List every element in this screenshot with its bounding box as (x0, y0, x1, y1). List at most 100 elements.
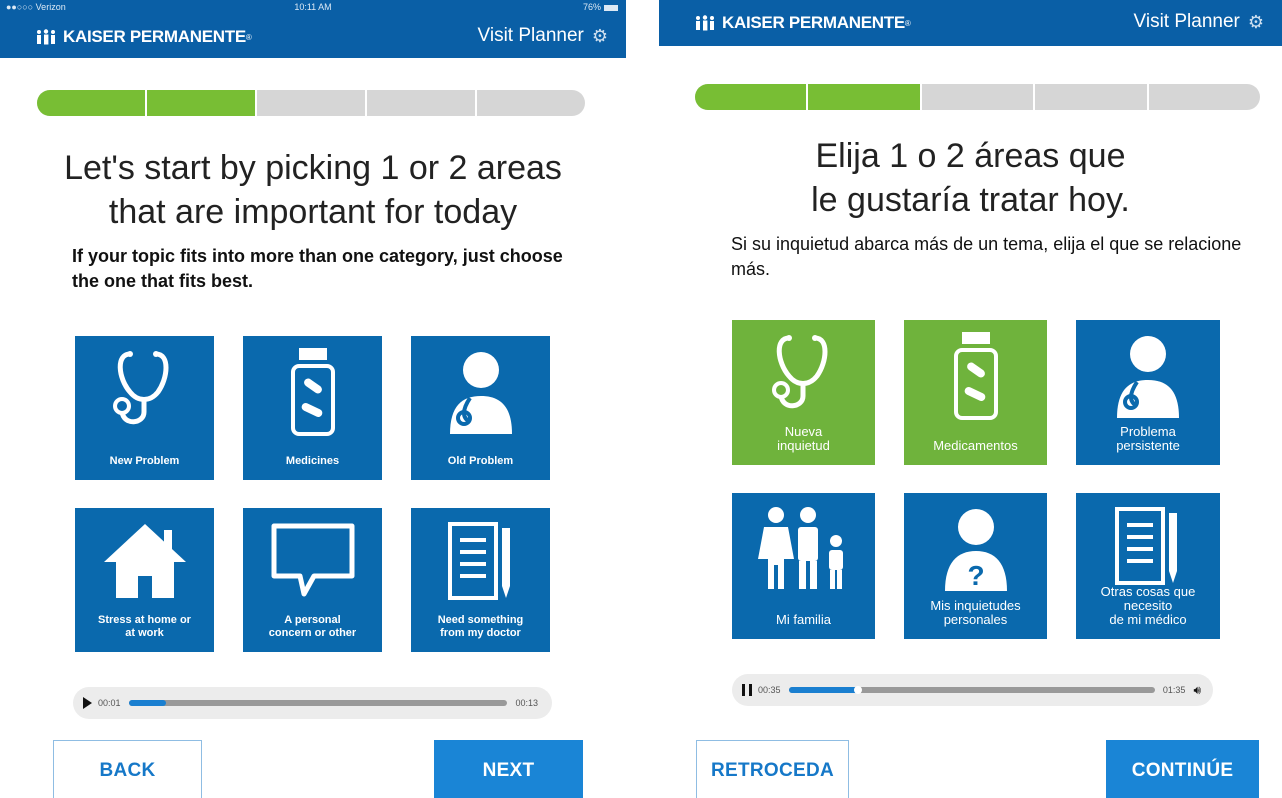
audio-total-time: 01:35 (1162, 685, 1186, 695)
next-button[interactable]: NEXT (434, 740, 583, 798)
audio-total-time: 00:13 (515, 698, 538, 708)
audio-current-time: 00:35 (758, 685, 781, 695)
progress-segment (257, 90, 367, 116)
back-button[interactable]: RETROCEDA (696, 740, 849, 798)
next-button[interactable]: CONTINÚE (1106, 740, 1259, 798)
pill-bottle-icon (290, 348, 335, 436)
logo-wordmark: KAISER PERMANENTE (63, 27, 246, 46)
kaiser-logo: KAISER PERMANENTE ® (35, 25, 252, 49)
tile-label: Mis inquietudes personales (930, 598, 1021, 627)
audio-scrub-handle[interactable] (854, 686, 863, 694)
battery-icon (604, 4, 618, 11)
tile-need-something[interactable]: Need something from my doctor (411, 508, 550, 652)
instruction-text: If your topic fits into more than one ca… (72, 246, 563, 291)
tile-label: New Problem (109, 455, 180, 467)
battery-indicator: 76% (583, 0, 618, 14)
visit-planner-screen-spanish: KAISER PERMANENTE ® Visit Planner ⚙ Elija… (659, 0, 1282, 798)
family-icon (757, 507, 843, 589)
tile-stress[interactable]: Stress at home or at work (75, 508, 214, 652)
tile-mi-familia[interactable]: Mi familia (732, 493, 875, 639)
gear-icon[interactable]: ⚙ (592, 26, 608, 47)
audio-progress-fill (128, 700, 167, 706)
tile-old-problem[interactable]: Old Problem (411, 336, 550, 480)
tile-nueva-inquietud[interactable]: Nueva inquietud (732, 320, 875, 465)
tile-new-problem[interactable]: New Problem (75, 336, 214, 480)
gear-icon[interactable]: ⚙ (1248, 12, 1264, 33)
audio-player: 00:01 00:13 (73, 687, 552, 719)
tile-label: Stress at home or at work (98, 614, 191, 639)
doctor-icon (1117, 336, 1179, 418)
planner-title: Visit Planner ⚙ (478, 25, 608, 47)
pill-bottle-icon (953, 332, 998, 420)
tile-label: Nueva inquietud (777, 424, 830, 453)
progress-segment (147, 90, 257, 116)
volume-icon[interactable]: 🔊︎ (1193, 683, 1201, 698)
person-question-icon: ? (944, 509, 1007, 591)
progress-bar (695, 84, 1260, 110)
page-title-line-2: that are important for today (108, 193, 518, 231)
notepad-icon (447, 522, 510, 600)
progress-segment (37, 90, 147, 116)
play-icon[interactable] (83, 697, 92, 709)
audio-progress-fill (788, 687, 859, 693)
doctor-icon (449, 352, 512, 434)
kaiser-logo-icon (37, 29, 55, 45)
logo-wordmark: KAISER PERMANENTE (722, 13, 905, 32)
tile-personal-concern[interactable]: A personal concern or other (243, 508, 382, 652)
stethoscope-icon (771, 335, 827, 409)
logo-registered-mark: ® (245, 32, 252, 42)
page-title: Let's start by picking 1 or 2 areas that… (0, 146, 626, 234)
pause-icon[interactable] (742, 684, 752, 696)
audio-progress-track[interactable] (788, 686, 1155, 694)
page-title-line-1: Elija 1 o 2 áreas que (815, 137, 1126, 175)
app-header: KAISER PERMANENTE ® Visit Planner ⚙ (0, 14, 626, 58)
topic-grid: New Problem Medicines Old Problem Stress… (75, 336, 550, 652)
progress-segment (1035, 84, 1149, 110)
logo-registered-mark: ® (904, 18, 911, 28)
app-header: KAISER PERMANENTE ® Visit Planner ⚙ (659, 0, 1282, 46)
instruction-text: Si su inquietud abarca más de un tema, e… (731, 234, 1242, 279)
planner-label: Visit Planner (1133, 11, 1240, 32)
kaiser-logo: KAISER PERMANENTE ® (694, 11, 911, 35)
page-title-line-2: le gustaría tratar hoy. (811, 181, 1130, 219)
status-time: 10:11 AM (294, 2, 332, 12)
speech-bubble-icon (271, 523, 354, 597)
page-title-line-1: Let's start by picking 1 or 2 areas (64, 149, 562, 187)
kaiser-logo-icon (696, 15, 714, 31)
audio-current-time: 00:01 (98, 698, 121, 708)
visit-planner-screen-english: ●●○○○ Verizon 10:11 AM 76% KAISER PERMAN… (0, 0, 626, 798)
tile-label: A personal concern or other (268, 614, 357, 639)
status-bar: ●●○○○ Verizon 10:11 AM 76% (0, 0, 626, 14)
audio-player: 00:35 01:35 🔊︎ (732, 674, 1213, 706)
topic-grid: Nueva inquietud Medicamentos Problema pe… (732, 320, 1220, 639)
battery-percent: 76% (582, 2, 601, 12)
page-title: Elija 1 o 2 áreas que le gustaría tratar… (659, 134, 1282, 222)
back-button[interactable]: BACK (53, 740, 202, 798)
tile-label: Need something from my doctor (437, 614, 524, 639)
tile-label: Mi familia (776, 612, 831, 627)
planner-label: Visit Planner (477, 25, 584, 46)
audio-progress-track[interactable] (128, 700, 508, 706)
tile-label: Otras cosas que necesito de mi médico (1100, 584, 1196, 627)
tile-mis-inquietudes[interactable]: ? Mis inquietudes personales (904, 493, 1047, 639)
planner-title: Visit Planner ⚙ (1134, 11, 1264, 33)
stethoscope-icon (112, 351, 168, 425)
tile-label: Problema persistente (1116, 424, 1180, 453)
svg-text:?: ? (967, 560, 984, 591)
tile-problema-persistente[interactable]: Problema persistente (1076, 320, 1220, 465)
tile-label: Medicamentos (933, 438, 1018, 453)
progress-segment (695, 84, 809, 110)
progress-segment (367, 90, 477, 116)
house-icon (103, 524, 186, 598)
progress-bar (37, 90, 585, 116)
tile-label: Medicines (285, 455, 340, 467)
progress-segment (1149, 84, 1260, 110)
progress-segment (922, 84, 1036, 110)
tile-medicines[interactable]: Medicines (243, 336, 382, 480)
notepad-icon (1115, 507, 1177, 585)
tile-otras-cosas[interactable]: Otras cosas que necesito de mi médico (1076, 493, 1220, 639)
progress-segment (808, 84, 922, 110)
tile-medicamentos[interactable]: Medicamentos (904, 320, 1047, 465)
tile-label: Old Problem (447, 455, 514, 467)
progress-segment (477, 90, 585, 116)
